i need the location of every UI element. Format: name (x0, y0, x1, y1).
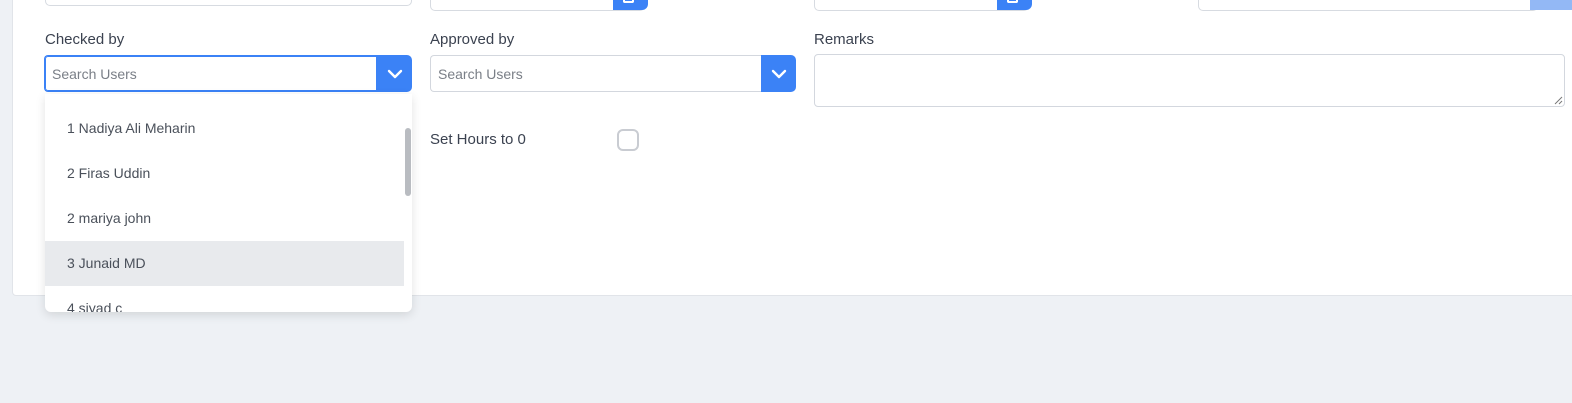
checked-by-toggle-button[interactable] (377, 55, 412, 92)
list-item[interactable]: 2 mariya john (45, 196, 404, 241)
list-item[interactable]: 4 siyad c (45, 286, 404, 312)
resize-grip-icon[interactable] (1553, 95, 1563, 105)
chevron-down-icon (771, 69, 786, 78)
list-item[interactable]: 1 Nadiya Ali Meharin (45, 106, 404, 151)
checked-by-select[interactable] (44, 55, 412, 92)
calendar-icon[interactable] (997, 0, 1032, 10)
set-hours-checkbox[interactable] (617, 129, 639, 151)
partial-button[interactable] (1530, 0, 1572, 10)
chevron-down-icon (387, 69, 402, 78)
partial-field-4[interactable] (1198, 0, 1538, 11)
remarks-label: Remarks (814, 31, 875, 48)
checked-by-search-input[interactable] (44, 55, 377, 92)
remarks-textarea[interactable] (814, 54, 1565, 107)
approved-by-search-input[interactable] (430, 55, 761, 92)
dropdown-scrollbar-track[interactable] (404, 94, 412, 312)
partial-field-1[interactable] (45, 0, 412, 6)
approved-by-toggle-button[interactable] (761, 55, 796, 92)
dropdown-scrollbar-thumb[interactable] (405, 128, 411, 196)
calendar-icon[interactable] (613, 0, 648, 10)
approved-by-select[interactable] (430, 55, 796, 92)
list-item-highlighted[interactable]: 3 Junaid MD (45, 241, 404, 286)
set-hours-label: Set Hours to 0 (430, 131, 526, 148)
list-item[interactable]: 2 Firas Uddin (45, 151, 404, 196)
user-options-list: 1 Nadiya Ali Meharin 2 Firas Uddin 2 mar… (45, 106, 404, 312)
approved-by-label: Approved by (430, 31, 515, 48)
page: ··· ··· Checked by Approved by Remarks S… (0, 0, 1572, 403)
checked-by-dropdown[interactable]: 1 Nadiya Ali Meharin 2 Firas Uddin 2 mar… (45, 94, 412, 312)
checked-by-label: Checked by (45, 31, 125, 48)
